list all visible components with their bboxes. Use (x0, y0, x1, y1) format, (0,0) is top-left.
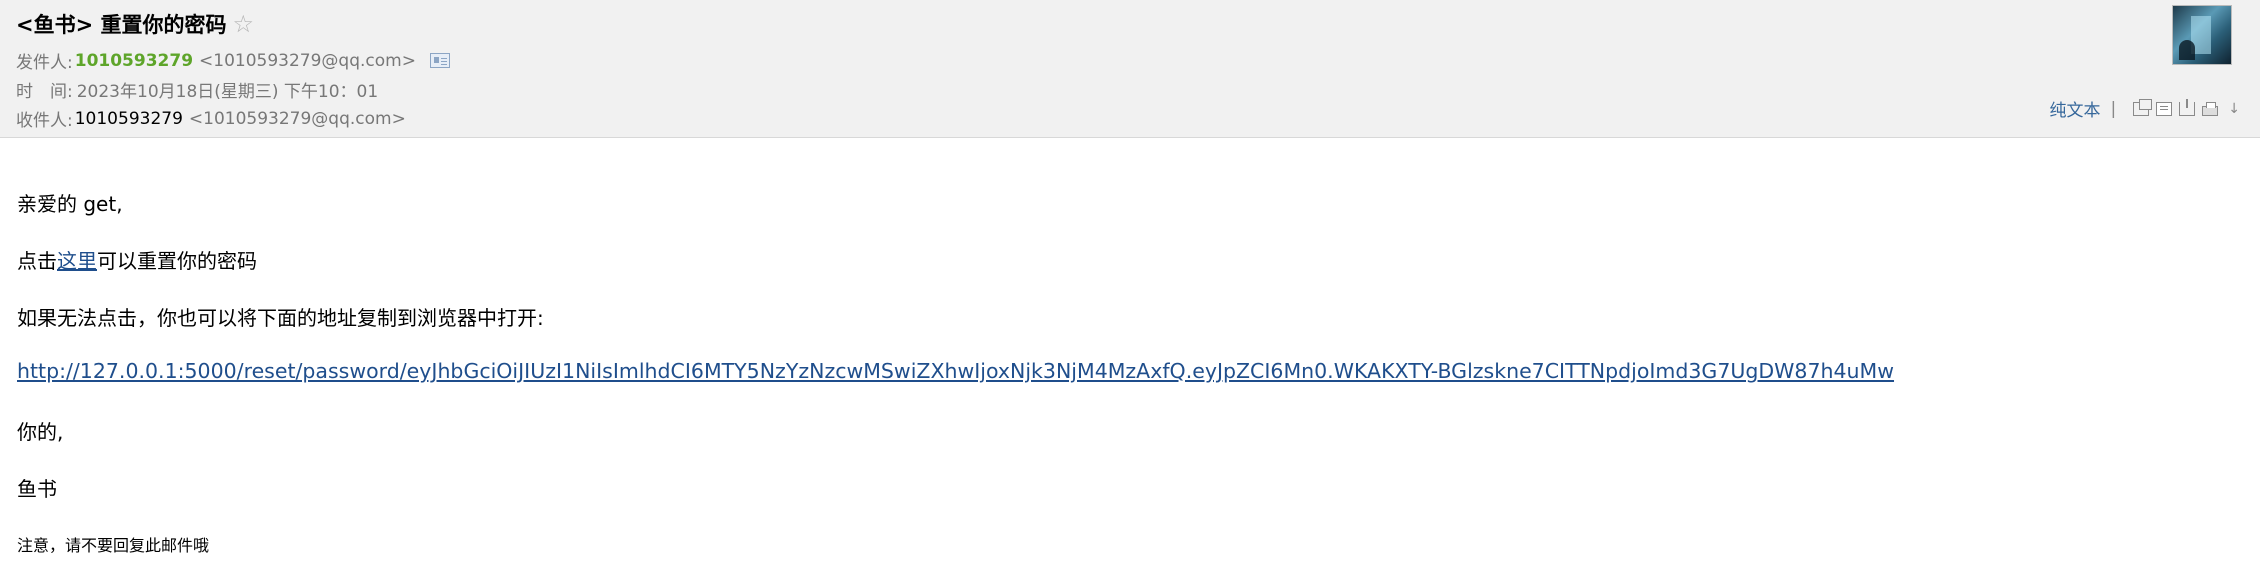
to-label: 收件人: (16, 111, 73, 131)
from-row: 发件人: 1010593279 <1010593279@qq.com> (16, 48, 450, 73)
from-label: 发件人: (16, 53, 73, 73)
to-row: 收件人: 1010593279 <1010593279@qq.com> (16, 106, 406, 132)
signature: 鱼书 (17, 477, 57, 501)
sender-name[interactable]: 1010593279 (75, 51, 193, 71)
sender-address[interactable]: <1010593279@qq.com> (199, 51, 416, 71)
toolbar-separator: | (2110, 98, 2117, 119)
no-reply-note: 注意，请不要回复此邮件哦 (17, 536, 210, 555)
export-icon[interactable] (2179, 98, 2196, 116)
reset-url-line: http://127.0.0.1:5000/reset/password/eyJ… (17, 359, 1894, 383)
subject-text: <鱼书> 重置你的密码 (16, 13, 227, 37)
click-line: 点击这里可以重置你的密码 (17, 245, 257, 274)
click-prefix: 点击 (17, 249, 57, 273)
fallback-text: 如果无法点击，你也可以将下面的地址复制到浏览器中打开: (17, 306, 544, 330)
sender-avatar[interactable] (2172, 5, 2232, 65)
chevron-down-icon[interactable]: ↓ (2228, 102, 2240, 116)
reset-url-link[interactable]: http://127.0.0.1:5000/reset/password/eyJ… (17, 359, 1894, 383)
greeting: 亲爱的 get, (17, 192, 123, 216)
contact-card-icon[interactable] (429, 53, 450, 68)
mail-subject: <鱼书> 重置你的密码 ☆ (16, 9, 254, 39)
time-value: 2023年10月18日(星期三) 下午10：01 (76, 82, 379, 102)
print-icon[interactable] (2202, 101, 2219, 116)
recipient-address[interactable]: <1010593279@qq.com> (189, 109, 406, 129)
new-window-icon[interactable] (2133, 98, 2153, 116)
recipient-name[interactable]: 1010593279 (75, 109, 183, 129)
mail-toolbar: 纯文本 | ↓ (2050, 96, 2240, 121)
click-suffix: 可以重置你的密码 (97, 249, 257, 273)
closing: 你的, (17, 420, 64, 444)
mail-header: <鱼书> 重置你的密码 ☆ 发件人: 1010593279 <101059327… (0, 0, 2260, 138)
time-label: 时 间: (16, 82, 73, 102)
plain-text-button[interactable]: 纯文本 (2050, 96, 2101, 121)
page-icon[interactable] (2156, 101, 2173, 116)
star-icon[interactable]: ☆ (233, 10, 255, 38)
time-row: 时 间: 2023年10月18日(星期三) 下午10：01 (16, 77, 378, 102)
reset-here-link[interactable]: 这里 (57, 249, 97, 273)
